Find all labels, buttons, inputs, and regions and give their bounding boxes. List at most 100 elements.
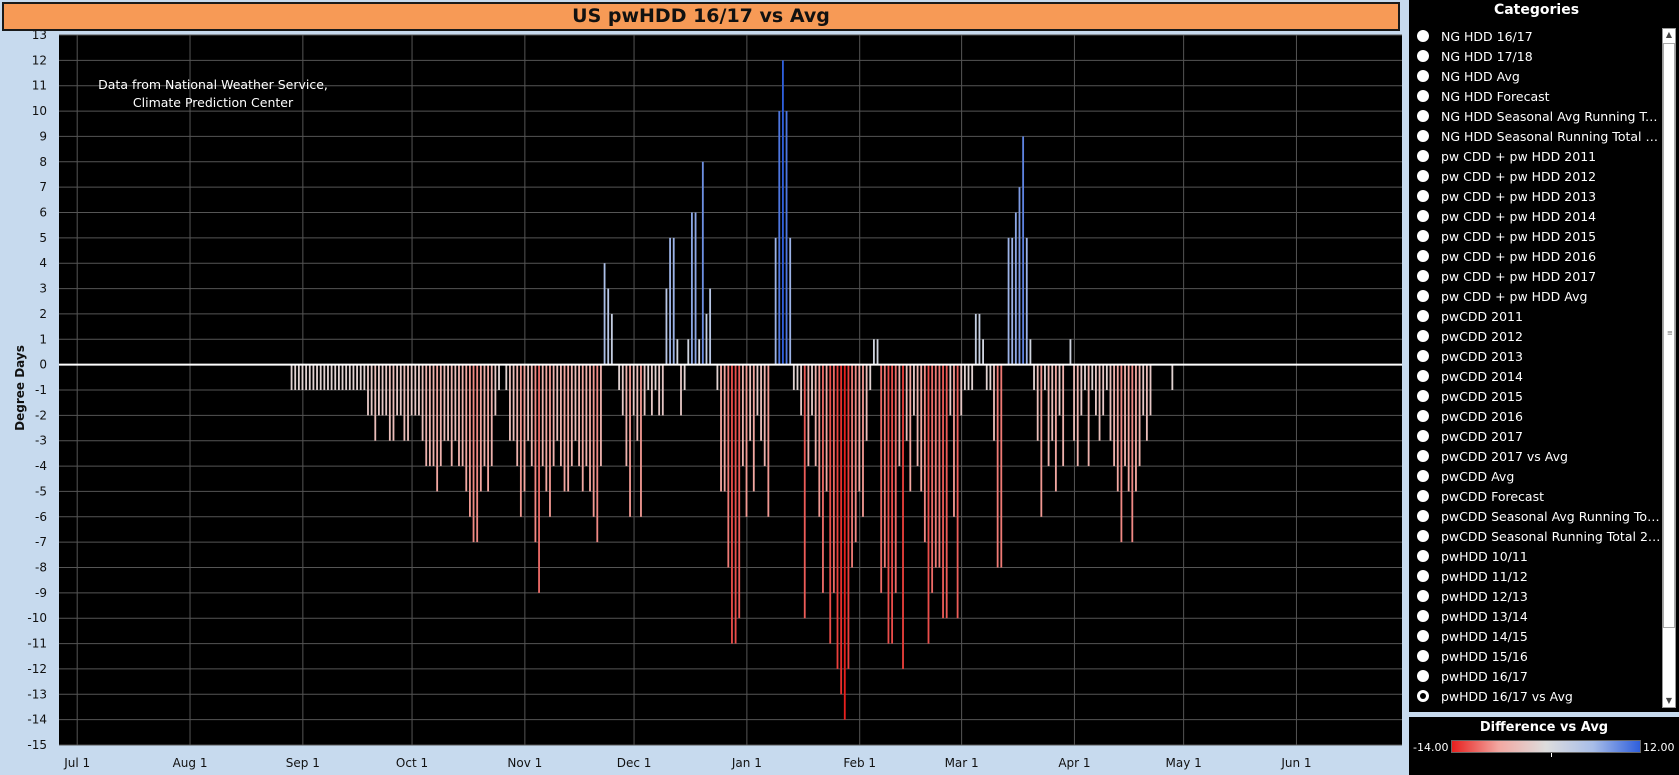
x-tick-label: Dec 1 [617,756,652,770]
radio-button-icon[interactable] [1417,670,1429,682]
radio-button-icon[interactable] [1417,90,1429,102]
bar [1116,364,1119,492]
category-label: pwHDD 12/13 [1441,588,1528,604]
category-scrollbar[interactable]: ▲ ≡ ▼ [1662,28,1676,708]
bar [570,364,573,467]
scroll-down-arrow-icon[interactable]: ▼ [1663,695,1675,707]
bar [1062,364,1065,467]
category-item[interactable]: pw CDD + pw HDD 2015 [1417,226,1661,246]
bar [985,364,988,390]
category-item[interactable]: pwCDD 2013 [1417,346,1661,366]
bar [945,364,948,619]
radio-button-icon[interactable] [1417,690,1429,702]
category-item[interactable]: pw CDD + pw HDD 2017 [1417,266,1661,286]
category-item[interactable]: pwCDD 2015 [1417,386,1661,406]
category-item[interactable]: pwCDD 2012 [1417,326,1661,346]
category-item[interactable]: pwHDD 16/17 [1417,666,1661,686]
radio-button-icon[interactable] [1417,210,1429,222]
bar [534,364,537,543]
radio-button-icon[interactable] [1417,610,1429,622]
radio-button-icon[interactable] [1417,370,1429,382]
category-item[interactable]: pwHDD 11/12 [1417,566,1661,586]
y-tick-label: -3 [35,434,47,448]
category-item[interactable]: pw CDD + pw HDD 2014 [1417,206,1661,226]
bar [694,212,697,365]
radio-button-icon[interactable] [1417,510,1429,522]
radio-button-icon[interactable] [1417,410,1429,422]
bar [931,364,934,593]
radio-button-icon[interactable] [1417,390,1429,402]
radio-button-icon[interactable] [1417,110,1429,122]
radio-button-icon[interactable] [1417,470,1429,482]
bar [618,364,621,390]
category-item[interactable]: NG HDD 16/17 [1417,26,1661,46]
category-item[interactable]: pwCDD 2011 [1417,306,1661,326]
bar [596,364,599,543]
category-item[interactable]: pw CDD + pw HDD 2013 [1417,186,1661,206]
radio-button-icon[interactable] [1417,290,1429,302]
radio-button-icon[interactable] [1417,50,1429,62]
radio-button-icon[interactable] [1417,630,1429,642]
category-label: pwHDD 16/17 vs Avg [1441,688,1573,704]
category-item[interactable]: pwCDD Seasonal Running Total 20... [1417,526,1661,546]
radio-button-icon[interactable] [1417,350,1429,362]
radio-button-icon[interactable] [1417,570,1429,582]
radio-button-icon[interactable] [1417,270,1429,282]
scroll-thumb[interactable]: ≡ [1663,43,1675,628]
bar [1018,187,1021,365]
bar [421,364,424,441]
category-item[interactable]: pwCDD 2017 vs Avg [1417,446,1661,466]
bar [1007,237,1010,365]
radio-button-icon[interactable] [1417,190,1429,202]
category-item[interactable]: pwCDD Forecast [1417,486,1661,506]
category-item[interactable]: NG HDD 17/18 [1417,46,1661,66]
category-item[interactable]: pw CDD + pw HDD 2016 [1417,246,1661,266]
bar [829,364,832,644]
category-item[interactable]: pwHDD 12/13 [1417,586,1661,606]
category-item[interactable]: pwCDD 2016 [1417,406,1661,426]
category-item[interactable]: pwCDD Seasonal Avg Running Total [1417,506,1661,526]
radio-button-icon[interactable] [1417,150,1429,162]
bar [938,364,941,568]
category-item[interactable]: pwCDD 2014 [1417,366,1661,386]
radio-button-icon[interactable] [1417,430,1429,442]
radio-button-icon[interactable] [1417,650,1429,662]
category-item[interactable]: pwHDD 14/15 [1417,626,1661,646]
radio-button-icon[interactable] [1417,170,1429,182]
category-item[interactable]: pw CDD + pw HDD 2011 [1417,146,1661,166]
scroll-up-arrow-icon[interactable]: ▲ [1663,29,1675,41]
category-label: pwHDD 11/12 [1441,568,1528,584]
radio-button-icon[interactable] [1417,70,1429,82]
category-item[interactable]: NG HDD Avg [1417,66,1661,86]
radio-button-icon[interactable] [1417,330,1429,342]
category-item[interactable]: pwHDD 10/11 [1417,546,1661,566]
category-item[interactable]: pw CDD + pw HDD Avg [1417,286,1661,306]
bar [352,364,355,390]
bar [392,364,395,441]
radio-button-icon[interactable] [1417,590,1429,602]
y-tick-label: -13 [27,687,47,701]
radio-button-icon[interactable] [1417,450,1429,462]
bar [814,364,817,467]
category-item[interactable]: pwCDD 2017 [1417,426,1661,446]
radio-button-icon[interactable] [1417,310,1429,322]
radio-button-icon[interactable] [1417,550,1429,562]
category-item[interactable]: NG HDD Seasonal Avg Running To... [1417,106,1661,126]
radio-button-icon[interactable] [1417,130,1429,142]
category-item[interactable]: NG HDD Seasonal Running Total 1... [1417,126,1661,146]
bar [960,364,963,416]
radio-button-icon[interactable] [1417,530,1429,542]
category-item[interactable]: NG HDD Forecast [1417,86,1661,106]
category-item[interactable]: pw CDD + pw HDD 2012 [1417,166,1661,186]
bar [843,364,846,720]
category-label: pw CDD + pw HDD 2017 [1441,268,1597,284]
radio-button-icon[interactable] [1417,230,1429,242]
category-item[interactable]: pwHDD 16/17 vs Avg [1417,686,1661,706]
radio-button-icon[interactable] [1417,250,1429,262]
category-item[interactable]: pwCDD Avg [1417,466,1661,486]
category-item[interactable]: pwHDD 13/14 [1417,606,1661,626]
bar [1171,364,1174,390]
radio-button-icon[interactable] [1417,490,1429,502]
radio-button-icon[interactable] [1417,30,1429,42]
category-item[interactable]: pwHDD 15/16 [1417,646,1661,666]
